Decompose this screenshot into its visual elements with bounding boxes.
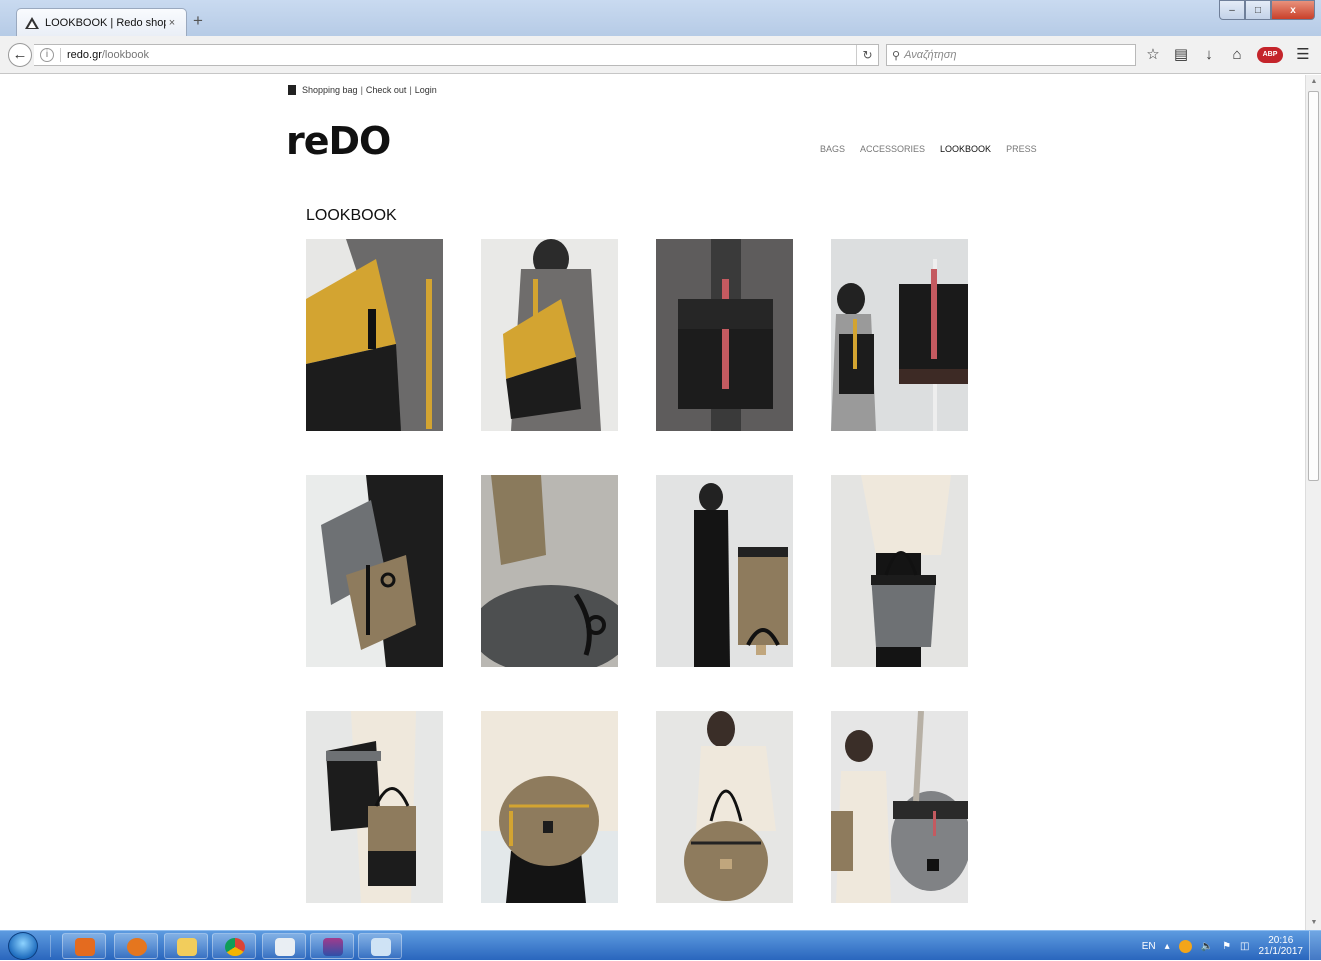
main-nav: BAGS ACCESSORIES LOOKBOOK PRESS (820, 144, 1037, 154)
taskbar-app-notepad[interactable] (262, 933, 306, 959)
nav-accessories[interactable]: ACCESSORIES (860, 144, 925, 154)
lookbook-photo[interactable] (656, 239, 793, 431)
lookbook-photo[interactable] (481, 475, 618, 667)
taskbar-clock[interactable]: 20:16 21/1/2017 (1259, 935, 1304, 957)
url-host: redo.gr (67, 49, 102, 61)
url-path: /lookbook (101, 49, 149, 61)
checkout-link[interactable]: Check out (366, 85, 407, 95)
taskbar-app-winrar[interactable] (310, 933, 354, 959)
page-viewport: Shopping bag | Check out | Login reDO BA… (0, 75, 1305, 930)
shopping-bag-link[interactable]: Shopping bag (302, 85, 358, 95)
lookbook-gallery (306, 239, 968, 903)
page-title: LOOKBOOK (306, 207, 397, 224)
close-window-button[interactable]: x (1271, 0, 1315, 20)
notepad-icon (275, 938, 295, 956)
taskbar-app-chrome[interactable] (212, 933, 256, 959)
header-divider: | (409, 85, 412, 95)
tray-app-icon[interactable] (1178, 939, 1192, 953)
taskbar-app-explorer[interactable] (164, 933, 208, 959)
system-tray: EN ▴ 🔈 ⚑ ◫ 20:16 21/1/2017 (1142, 935, 1303, 957)
new-tab-button[interactable]: + (190, 12, 206, 30)
toolbar-icons: ☆ ▤ ↓ ⌂ ABP ☰ (1145, 47, 1311, 63)
maximize-button[interactable]: □ (1245, 0, 1271, 20)
site-info-icon[interactable]: i (40, 48, 54, 62)
taskbar-app-media-player[interactable] (62, 933, 106, 959)
reading-list-icon[interactable]: ▤ (1173, 47, 1189, 63)
lookbook-photo[interactable] (831, 711, 968, 903)
firefox-icon (127, 938, 147, 956)
back-button[interactable]: ← (8, 43, 32, 67)
chrome-icon (225, 938, 245, 956)
lookbook-photo[interactable] (306, 711, 443, 903)
lookbook-photo[interactable] (831, 475, 968, 667)
lookbook-photo[interactable] (306, 475, 443, 667)
home-icon[interactable]: ⌂ (1229, 47, 1245, 63)
clock-time: 20:16 (1268, 935, 1294, 946)
shopping-bag-icon (288, 85, 296, 95)
taskbar-app-paint[interactable] (358, 933, 402, 959)
media-player-icon (75, 938, 95, 956)
folder-icon (177, 938, 197, 956)
tab-close-icon[interactable]: × (166, 17, 178, 29)
scroll-up-icon[interactable]: ▲ (1306, 75, 1321, 89)
site-logo[interactable]: reDO (286, 119, 391, 163)
adblock-icon[interactable]: ABP (1257, 47, 1283, 63)
header-divider: | (360, 85, 363, 95)
language-indicator[interactable]: EN (1142, 941, 1156, 952)
minimize-button[interactable]: – (1219, 0, 1245, 20)
windows-taskbar: EN ▴ 🔈 ⚑ ◫ 20:16 21/1/2017 (0, 930, 1321, 961)
volume-icon[interactable]: 🔈 (1201, 941, 1213, 952)
nav-press[interactable]: PRESS (1006, 144, 1037, 154)
lookbook-photo[interactable] (656, 475, 793, 667)
clock-date: 21/1/2017 (1258, 946, 1304, 957)
show-desktop-button[interactable] (1309, 931, 1321, 961)
network-icon[interactable]: ◫ (1240, 941, 1249, 952)
winrar-icon (323, 938, 343, 956)
login-link[interactable]: Login (415, 85, 437, 95)
scrollbar-thumb[interactable] (1308, 91, 1319, 481)
tab-title: LOOKBOOK | Redo shop (45, 17, 166, 29)
lookbook-photo[interactable] (831, 239, 968, 431)
nav-bags[interactable]: BAGS (820, 144, 845, 154)
paint-icon (371, 938, 391, 956)
taskbar-divider (50, 935, 51, 957)
download-icon[interactable]: ↓ (1201, 47, 1217, 63)
browser-toolbar: ← i redo.gr/lookbook ↻ ⚲ Αναζήτηση ☆ ▤ ↓… (0, 36, 1321, 74)
action-center-flag-icon[interactable]: ⚑ (1222, 941, 1231, 952)
start-button[interactable] (8, 932, 38, 960)
lookbook-photo[interactable] (306, 239, 443, 431)
browser-titlebar: LOOKBOOK | Redo shop × + – □ x (0, 0, 1321, 37)
menu-icon[interactable]: ☰ (1295, 47, 1311, 63)
address-bar[interactable]: i redo.gr/lookbook ↻ (34, 44, 879, 66)
lookbook-photo[interactable] (481, 239, 618, 431)
reload-icon[interactable]: ↻ (856, 45, 878, 65)
search-icon: ⚲ (892, 49, 901, 62)
bookmark-star-icon[interactable]: ☆ (1145, 47, 1161, 63)
redo-favicon-icon (25, 17, 39, 29)
scroll-down-icon[interactable]: ▼ (1306, 916, 1321, 930)
taskbar-app-firefox[interactable] (114, 933, 158, 959)
lookbook-photo[interactable] (656, 711, 793, 903)
tray-expand-icon[interactable]: ▴ (1165, 941, 1170, 952)
search-placeholder: Αναζήτηση (904, 49, 957, 61)
header-links: Shopping bag | Check out | Login (288, 85, 437, 95)
browser-tab[interactable]: LOOKBOOK | Redo shop × (16, 8, 187, 37)
address-divider (60, 48, 61, 62)
nav-lookbook[interactable]: LOOKBOOK (940, 144, 991, 154)
lookbook-photo[interactable] (481, 711, 618, 903)
page-scrollbar[interactable]: ▲ ▼ (1305, 75, 1321, 930)
search-input[interactable]: ⚲ Αναζήτηση (886, 44, 1136, 66)
window-controls: – □ x (1219, 0, 1315, 20)
